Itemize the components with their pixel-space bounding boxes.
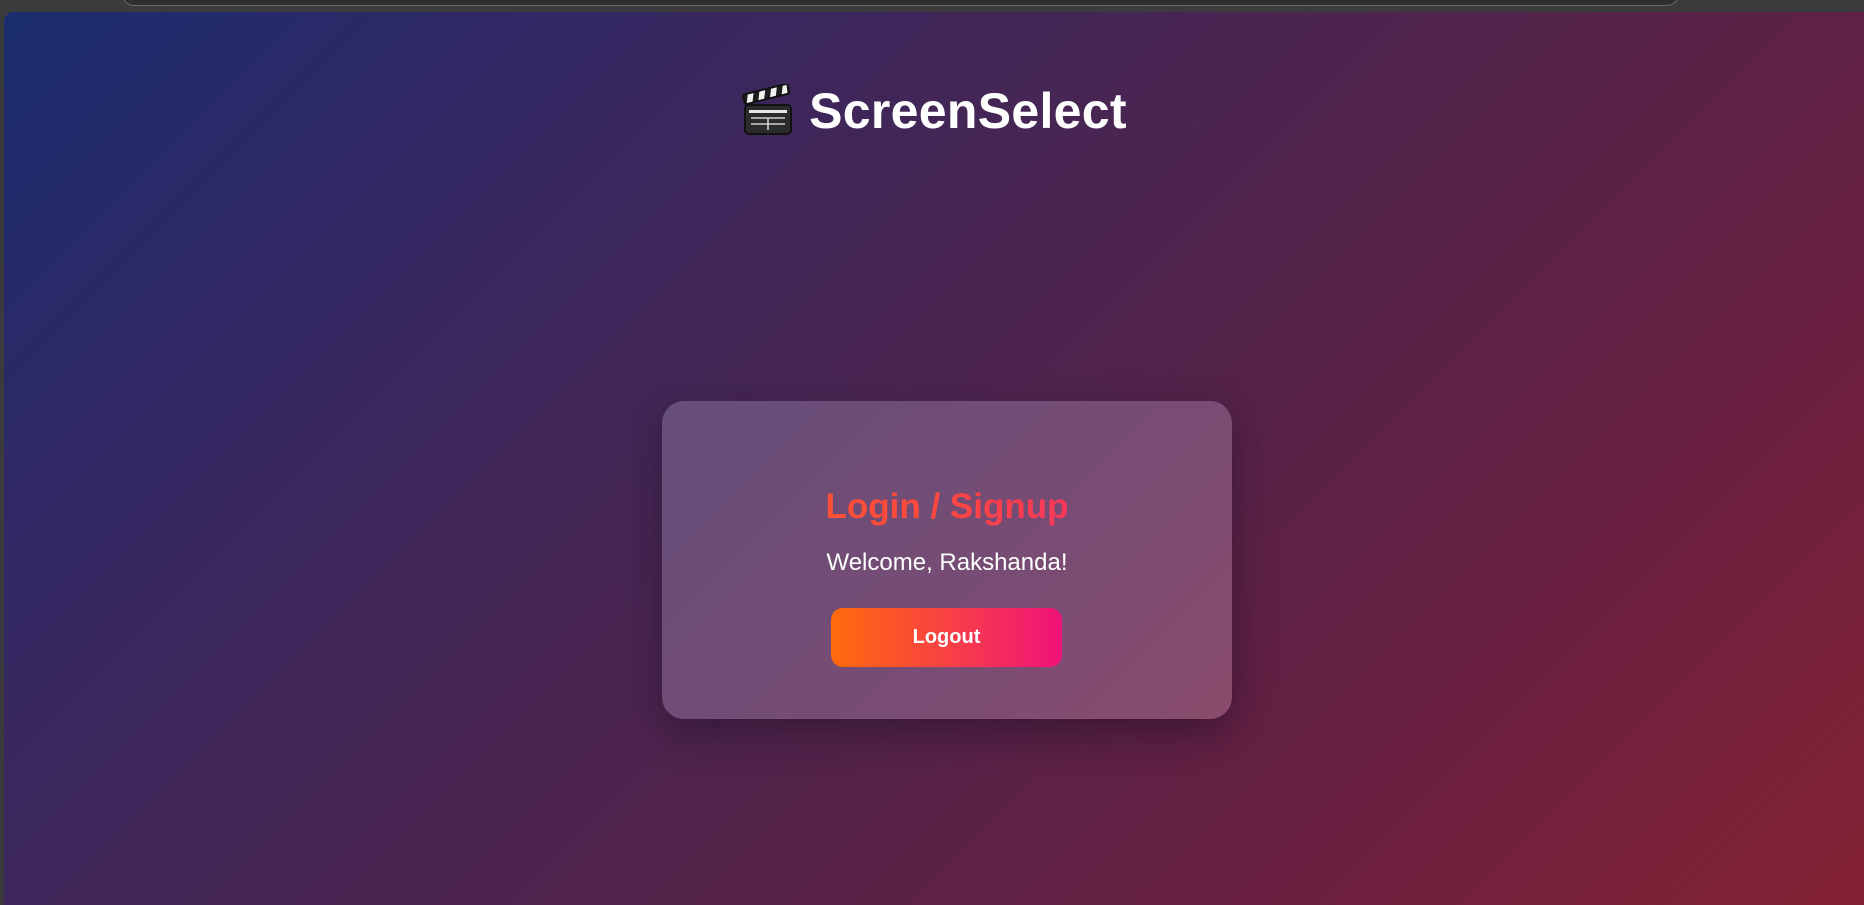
welcome-message: Welcome, Rakshanda! xyxy=(826,549,1068,576)
logout-button[interactable]: Logout xyxy=(831,608,1062,667)
site-header: ScreenSelect xyxy=(4,83,1864,143)
site-title: ScreenSelect xyxy=(809,83,1127,139)
site-logo[interactable]: ScreenSelect xyxy=(741,83,1127,139)
auth-card-title: Login / Signup xyxy=(662,487,1232,527)
page-viewport: ScreenSelect Login / Signup Welcome, Rak… xyxy=(4,12,1864,905)
address-bar[interactable] xyxy=(122,0,1679,6)
clapperboard-icon xyxy=(741,83,795,138)
auth-card: Login / Signup Welcome, Rakshanda! Logou… xyxy=(662,401,1232,719)
